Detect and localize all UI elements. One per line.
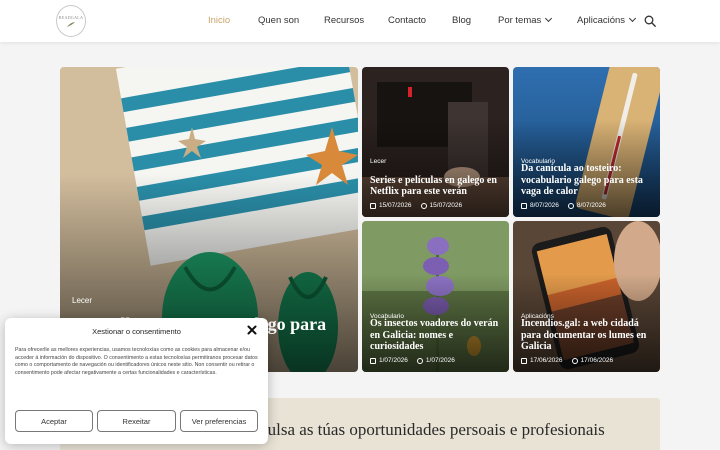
post-category[interactable]: Lecer	[72, 296, 92, 305]
close-icon[interactable]	[247, 325, 257, 335]
post-meta: 8/07/2026 8/07/2026	[521, 202, 606, 209]
post-date: 15/07/2026	[379, 202, 412, 209]
post-title[interactable]: Os insectos voadores do verán en Galicia…	[370, 318, 501, 352]
site-header: BEADGALA Inicio Quen son Recursos Contac…	[0, 0, 720, 42]
nav-item-recursos[interactable]: Recursos	[324, 15, 364, 26]
post-updated: 8/07/2026	[576, 202, 606, 209]
post-updated: 15/07/2026	[429, 202, 463, 209]
post-updated: 1/07/2026	[425, 357, 455, 364]
post-card[interactable]: Vocabulario Da canícula ao tosteiro: voc…	[513, 67, 660, 217]
calendar-icon	[370, 357, 376, 364]
refresh-icon	[571, 357, 578, 364]
main-nav: Inicio Quen son Recursos Contacto Blog P…	[0, 0, 720, 42]
nav-item-aplicacions-label: Aplicacións	[577, 15, 626, 26]
post-title[interactable]: Da canícula ao tosteiro: vocabulario gal…	[521, 163, 652, 197]
post-meta: 1/07/2026 1/07/2026	[370, 357, 455, 364]
nav-item-por-temas[interactable]: Por temas	[498, 14, 553, 26]
nav-item-inicio[interactable]: Inicio	[208, 15, 230, 26]
refresh-icon	[416, 357, 423, 364]
calendar-icon	[521, 202, 527, 209]
post-card[interactable]: Lecer Series e películas en galego en Ne…	[362, 67, 509, 217]
nav-item-contacto[interactable]: Contacto	[388, 15, 426, 26]
chevron-down-icon	[629, 14, 637, 23]
reject-button[interactable]: Rexeitar	[97, 410, 176, 432]
post-updated: 17/06/2026	[580, 357, 614, 364]
post-card[interactable]: Aplicacións Incendios.gal: a web cidadá …	[513, 221, 660, 372]
search-icon[interactable]	[644, 15, 656, 27]
calendar-icon	[521, 357, 527, 364]
nav-item-quen-son[interactable]: Quen son	[258, 15, 299, 26]
calendar-icon	[370, 202, 376, 209]
refresh-icon	[420, 202, 427, 209]
accept-button[interactable]: Aceptar	[15, 410, 93, 432]
modal-title: Xestionar o consentimento	[92, 327, 181, 336]
modal-body: Para ofrecerlle as mellores experiencias…	[15, 347, 258, 377]
post-card[interactable]: Vocabulario Os insectos voadores do verá…	[362, 221, 509, 372]
chevron-down-icon	[545, 14, 553, 23]
preferences-button[interactable]: Ver preferencias	[180, 410, 258, 432]
post-title[interactable]: Incendios.gal: a web cidadá para documen…	[521, 318, 652, 352]
post-date: 1/07/2026	[379, 357, 408, 364]
post-meta: 15/07/2026 15/07/2026	[370, 202, 462, 209]
post-title[interactable]: Series e películas en galego en Netflix …	[370, 175, 501, 197]
refresh-icon	[567, 202, 574, 209]
post-category[interactable]: Lecer	[370, 158, 386, 165]
post-meta: 17/06/2026 17/06/2026	[521, 357, 613, 364]
nav-item-aplicacions[interactable]: Aplicacións	[577, 14, 637, 26]
nav-item-por-temas-label: Por temas	[498, 15, 542, 26]
post-date: 8/07/2026	[530, 202, 559, 209]
post-date: 17/06/2026	[530, 357, 563, 364]
nav-item-blog[interactable]: Blog	[452, 15, 471, 26]
cookie-consent-modal: Xestionar o consentimento Para ofrecerll…	[5, 318, 268, 444]
